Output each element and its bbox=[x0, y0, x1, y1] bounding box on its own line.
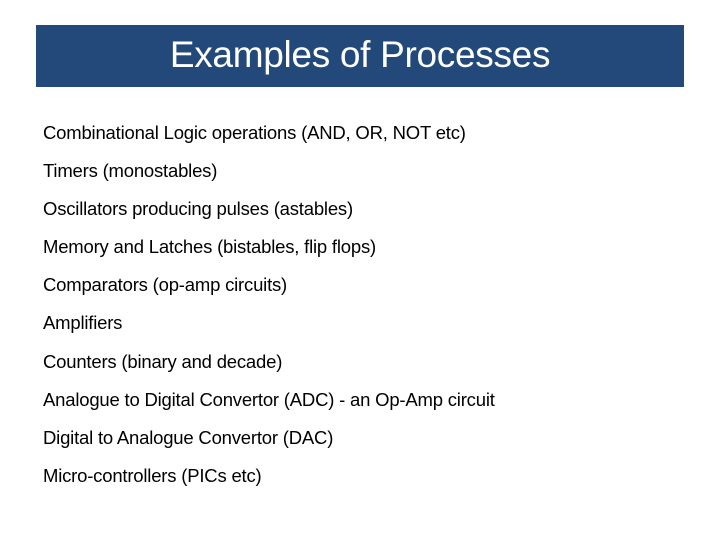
list-item: Memory and Latches (bistables, flip flop… bbox=[43, 236, 376, 258]
list-item: Oscillators producing pulses (astables) bbox=[43, 198, 353, 220]
list-item: Digital to Analogue Convertor (DAC) bbox=[43, 426, 334, 448]
list-item: Combinational Logic operations (AND, OR,… bbox=[43, 122, 466, 143]
list-item: Counters (binary and decade) bbox=[43, 350, 283, 372]
list-item: Timers (monostables) bbox=[43, 160, 218, 182]
slide-title: Examples of Processes bbox=[169, 33, 551, 75]
list-item: Amplifiers bbox=[43, 312, 123, 334]
list-item: Analogue to Digital Convertor (ADC) - an… bbox=[43, 388, 495, 410]
list-item: Micro-controllers (PICs etc) bbox=[43, 464, 262, 486]
list-item: Comparators (op-amp circuits) bbox=[43, 274, 288, 296]
title-banner: Examples of Processes bbox=[36, 25, 684, 87]
process-list: Combinational Logic operations (AND, OR,… bbox=[43, 114, 495, 495]
